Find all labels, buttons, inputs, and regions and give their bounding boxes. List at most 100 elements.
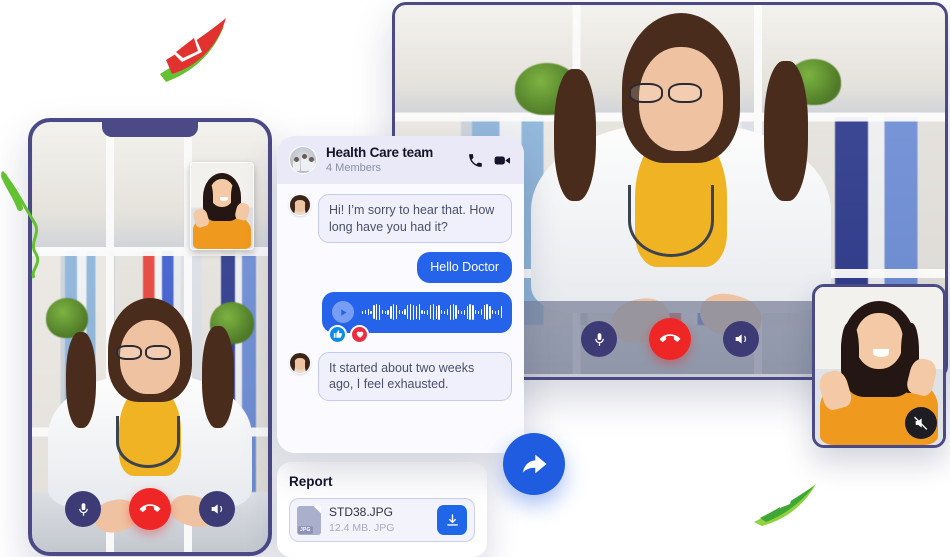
- waveform-bar: [421, 310, 423, 314]
- share-button[interactable]: [503, 433, 565, 495]
- patient-avatar: [289, 351, 311, 374]
- waveform-bar: [492, 310, 494, 314]
- paper-plane-icon: [754, 484, 816, 526]
- phone-call-icon: [469, 153, 482, 167]
- waveform-bar: [410, 304, 412, 320]
- waveform-bar: [415, 305, 417, 319]
- microphone-button[interactable]: [581, 321, 617, 357]
- waveform-bar: [480, 309, 483, 315]
- doctor-glasses: [116, 345, 142, 360]
- speaker-icon: [211, 504, 223, 514]
- waveform-bar: [378, 304, 381, 320]
- video-call-button[interactable]: [493, 151, 512, 170]
- chat-member-count: 4 Members: [326, 162, 382, 175]
- speaker-muted-badge[interactable]: [905, 407, 937, 439]
- waveform-bar: [458, 310, 460, 314]
- doctor-hair-strand: [202, 326, 234, 428]
- chat-message-outgoing: Hello Doctor: [289, 252, 512, 283]
- waveform-bar: [376, 304, 378, 320]
- avatar-hair-strand: [290, 200, 295, 214]
- thumbs-up-reaction[interactable]: [328, 324, 347, 344]
- stethoscope: [628, 185, 714, 257]
- pip-smile: [873, 349, 889, 357]
- thumbs-up-icon: [333, 330, 342, 338]
- chat-title-block: Health Care team 4 Members: [326, 144, 458, 175]
- message-bubble: Hi! I’m sorry to hear that. How long hav…: [318, 194, 512, 244]
- waveform-bar: [373, 305, 375, 319]
- waveform-bar: [367, 309, 369, 315]
- waveform-bar: [384, 310, 386, 314]
- waveform-bar: [424, 310, 426, 314]
- file-meta: STD38.JPG 12.4 MB. JPG: [329, 505, 429, 534]
- avatar-hair-strand: [290, 357, 295, 372]
- microphone-icon: [78, 502, 88, 516]
- play-icon: [340, 308, 346, 316]
- telehealth-mockup-canvas: Health Care team 4 Members Hi! I’m sorry…: [0, 0, 950, 557]
- download-button[interactable]: [437, 505, 467, 535]
- end-call-button[interactable]: [129, 488, 171, 530]
- waveform-bar: [466, 305, 468, 319]
- waveform-bar: [483, 305, 485, 319]
- report-card: Report JPG STD38.JPG 12.4 MB. JPG: [277, 462, 487, 557]
- chat-message-list: Hi! I’m sorry to hear that. How long hav…: [277, 184, 524, 453]
- message-reactions: [328, 324, 369, 344]
- waveform-bar: [446, 309, 449, 315]
- phone-self-view[interactable]: [190, 162, 254, 250]
- video-camera-icon: [494, 156, 511, 164]
- phone-call-controls: [32, 480, 268, 538]
- waveform-bar: [444, 310, 446, 314]
- chat-title: Health Care team: [326, 144, 434, 160]
- waveform-bar: [435, 305, 437, 319]
- waveform-bar: [362, 310, 364, 314]
- logo-mark-icon: [160, 18, 226, 82]
- microphone-button[interactable]: [65, 491, 101, 527]
- avatar-hair-strand: [305, 357, 310, 372]
- speaker-muted-icon: [914, 416, 928, 430]
- phone-call-button[interactable]: [467, 152, 484, 169]
- download-icon: [446, 513, 458, 526]
- file-name: STD38.JPG: [329, 505, 394, 520]
- file-size: 12.4 MB. JPG: [329, 521, 395, 534]
- chat-message-incoming: Hi! I’m sorry to hear that. How long hav…: [289, 194, 512, 244]
- app-logo-decoration: [152, 12, 234, 94]
- waveform-bar: [463, 309, 466, 315]
- stethoscope: [116, 416, 180, 468]
- play-button[interactable]: [332, 301, 354, 323]
- waveform-bar: [381, 310, 384, 314]
- waveform-bar: [472, 304, 474, 320]
- share-arrow-icon: [522, 454, 547, 474]
- doctor-glasses: [629, 83, 663, 103]
- self-view-smile: [220, 197, 228, 201]
- file-attachment-row[interactable]: JPG STD38.JPG 12.4 MB. JPG: [289, 498, 475, 542]
- voice-waveform: [362, 301, 502, 323]
- waveform-bar: [370, 310, 372, 314]
- heart-icon: [356, 331, 363, 338]
- heart-reaction[interactable]: [350, 324, 369, 344]
- group-member-head: [309, 157, 314, 162]
- waveform-bar: [497, 309, 499, 315]
- waveform-bar: [404, 309, 406, 315]
- doctor-hair-strand: [554, 69, 596, 201]
- jpg-file-icon: JPG: [297, 505, 321, 535]
- speaker-button[interactable]: [199, 491, 235, 527]
- waveform-bar: [393, 304, 395, 320]
- group-avatar: [289, 146, 317, 174]
- picture-in-picture-window[interactable]: [812, 284, 946, 448]
- waveform-bar: [460, 310, 463, 314]
- waveform-bar: [390, 305, 392, 319]
- voice-message-bubble[interactable]: [322, 291, 512, 344]
- message-bubble: Hello Doctor: [417, 252, 512, 283]
- end-call-button[interactable]: [649, 318, 691, 360]
- message-bubble: It started about two weeks ago, I feel e…: [318, 351, 512, 401]
- waveform-bar: [427, 309, 429, 315]
- doctor-hair-strand: [66, 332, 96, 428]
- waveform-bar: [387, 309, 389, 315]
- speaker-button[interactable]: [723, 321, 759, 357]
- waveform-bar: [418, 304, 420, 320]
- microphone-icon: [594, 332, 604, 346]
- chat-message-incoming: It started about two weeks ago, I feel e…: [289, 351, 512, 401]
- waveform-bar: [398, 310, 400, 314]
- phone-video-call-mockup: [28, 118, 272, 556]
- waveform-bar: [500, 306, 502, 318]
- waveform-bar: [412, 304, 415, 320]
